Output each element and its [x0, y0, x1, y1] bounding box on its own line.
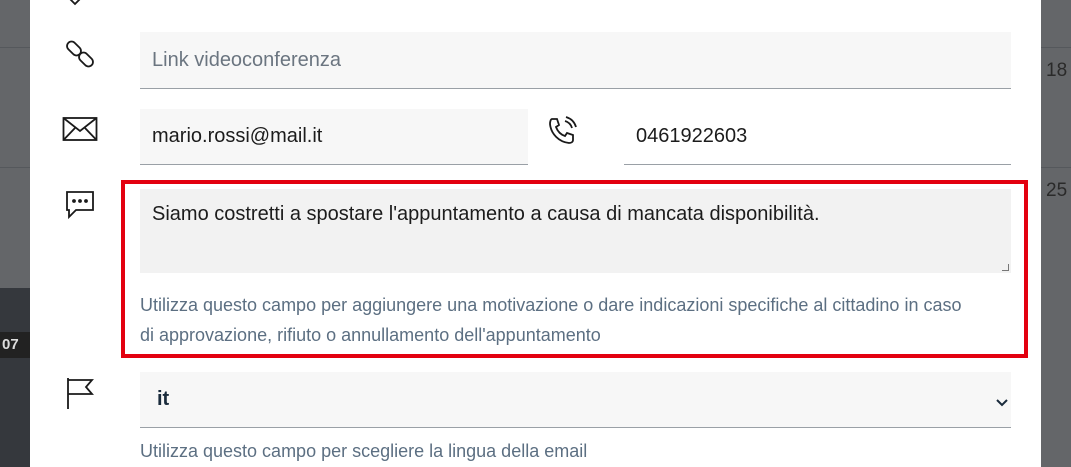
- background-divider: [1041, 47, 1071, 48]
- email-field[interactable]: mario.rossi@mail.it: [140, 109, 528, 165]
- video-link-placeholder: Link videoconferenza: [152, 48, 342, 71]
- background-divider: [1041, 167, 1071, 168]
- background-number: 25: [1046, 180, 1068, 201]
- background-left-dark-panel: [0, 288, 30, 467]
- language-help-text: Utilizza questo campo per scegliere la l…: [140, 441, 588, 461]
- background-number: 18: [1046, 60, 1068, 81]
- language-select[interactable]: it: [140, 372, 1011, 428]
- appointment-modal: Link videoconferenza mario.rossi@mail.it…: [30, 0, 1041, 467]
- chevron-down-icon: [995, 391, 1009, 414]
- background-divider: [0, 167, 30, 168]
- envelope-icon: [62, 115, 98, 148]
- language-selected-value: it: [157, 388, 170, 410]
- video-link-field[interactable]: Link videoconferenza: [140, 32, 1011, 89]
- link-icon: [64, 38, 96, 75]
- email-value: mario.rossi@mail.it: [152, 125, 323, 147]
- flag-icon: [64, 376, 96, 415]
- background-badge: 07: [0, 332, 30, 358]
- phone-value: 0461922603: [636, 125, 748, 147]
- chevron-down-icon: [66, 0, 84, 12]
- phone-field[interactable]: 0461922603: [624, 109, 1011, 165]
- chat-icon: [64, 189, 96, 226]
- background-divider: [0, 47, 30, 48]
- phone-icon: [546, 115, 578, 152]
- highlight-box: [121, 180, 1028, 358]
